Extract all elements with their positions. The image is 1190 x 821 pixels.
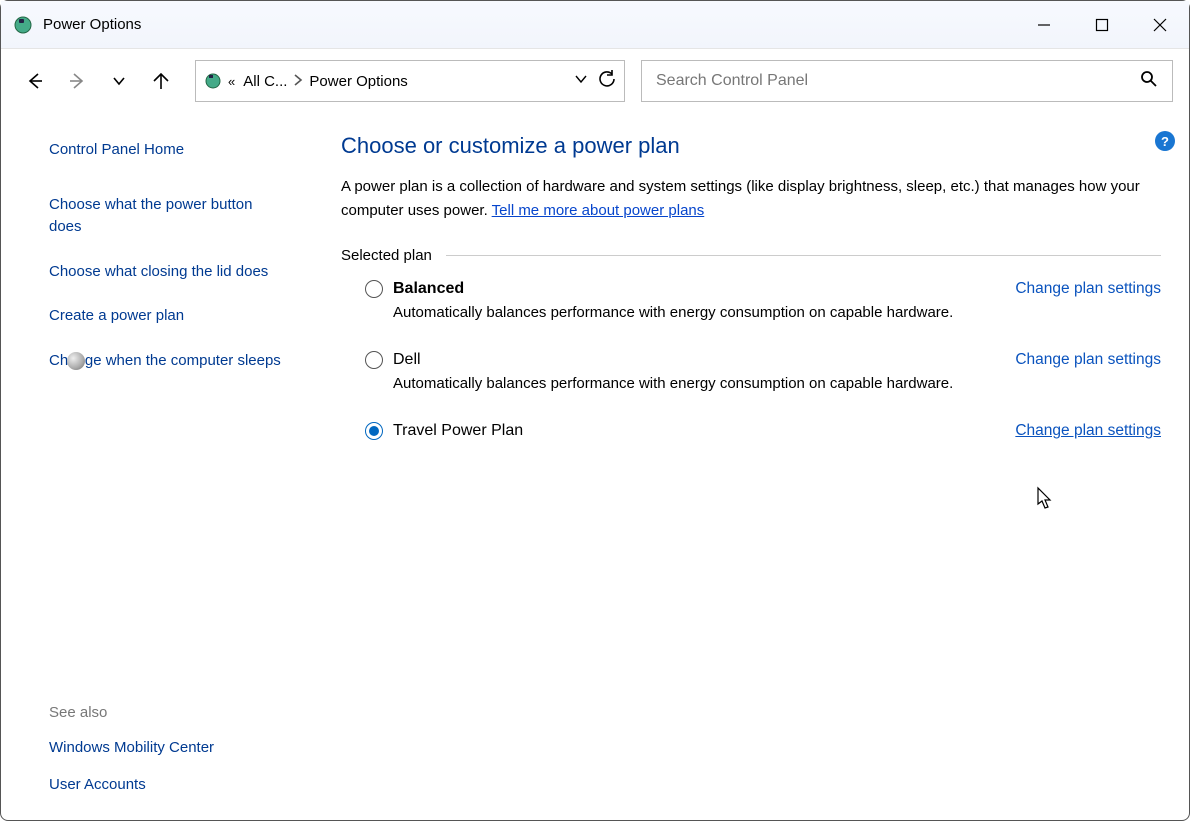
see-also-mobility-center[interactable]: Windows Mobility Center (49, 737, 281, 760)
breadcrumb-seg-1[interactable]: All C... (243, 73, 287, 90)
description-text: A power plan is a collection of hardware… (341, 178, 1140, 219)
change-settings-balanced[interactable]: Change plan settings (1015, 280, 1161, 298)
sidebar-link-power-button[interactable]: Choose what the power button does (49, 194, 281, 239)
toolbar: « All C... Power Options (1, 49, 1189, 113)
plan-travel: Travel Power Plan Change plan settings (341, 422, 1161, 440)
radio-travel[interactable] (365, 422, 383, 440)
current-page-indicator-icon (67, 352, 85, 370)
change-settings-travel[interactable]: Change plan settings (1015, 422, 1161, 440)
breadcrumb-overflow[interactable]: « (228, 74, 235, 89)
search-box[interactable] (641, 60, 1173, 102)
back-button[interactable] (17, 63, 53, 99)
titlebar: Power Options (1, 1, 1189, 49)
plan-name-balanced[interactable]: Balanced (393, 280, 464, 298)
plan-desc-dell: Automatically balances performance with … (393, 375, 1161, 392)
sidebar-link-create-plan[interactable]: Create a power plan (49, 305, 281, 328)
see-also-user-accounts[interactable]: User Accounts (49, 774, 281, 797)
learn-more-link[interactable]: Tell me more about power plans (492, 202, 705, 219)
plan-desc-balanced: Automatically balances performance with … (393, 304, 1161, 321)
breadcrumb-seg-2[interactable]: Power Options (309, 73, 407, 90)
maximize-button[interactable] (1073, 1, 1131, 49)
change-settings-dell[interactable]: Change plan settings (1015, 351, 1161, 369)
up-button[interactable] (143, 63, 179, 99)
window-title: Power Options (43, 16, 141, 33)
close-button[interactable] (1131, 1, 1189, 49)
section-divider (446, 255, 1161, 256)
minimize-button[interactable] (1015, 1, 1073, 49)
search-icon[interactable] (1140, 70, 1158, 92)
plan-balanced: Balanced Change plan settings Automatica… (341, 280, 1161, 321)
power-options-mini-icon (204, 72, 222, 90)
recent-locations-button[interactable] (101, 63, 137, 99)
search-input[interactable] (656, 72, 1140, 90)
plan-name-travel[interactable]: Travel Power Plan (393, 422, 523, 440)
section-label-selected-plan: Selected plan (341, 247, 432, 264)
sidebar-link-closing-lid[interactable]: Choose what closing the lid does (49, 261, 281, 284)
radio-dell[interactable] (365, 351, 383, 369)
address-bar[interactable]: « All C... Power Options (195, 60, 625, 102)
sidebar: Control Panel Home Choose what the power… (1, 133, 301, 820)
help-button[interactable]: ? (1155, 131, 1175, 151)
radio-balanced[interactable] (365, 280, 383, 298)
plan-dell: Dell Change plan settings Automatically … (341, 351, 1161, 392)
main-panel: Choose or customize a power plan A power… (301, 133, 1189, 820)
page-heading: Choose or customize a power plan (341, 133, 1161, 159)
page-description: A power plan is a collection of hardware… (341, 175, 1161, 223)
forward-button[interactable] (59, 63, 95, 99)
control-panel-home-link[interactable]: Control Panel Home (49, 139, 281, 162)
power-options-icon (13, 15, 33, 35)
see-also-heading: See also (49, 704, 281, 721)
plan-name-dell[interactable]: Dell (393, 351, 421, 369)
chevron-right-icon[interactable] (293, 73, 303, 90)
address-dropdown-button[interactable] (574, 72, 588, 90)
refresh-button[interactable] (598, 70, 616, 92)
